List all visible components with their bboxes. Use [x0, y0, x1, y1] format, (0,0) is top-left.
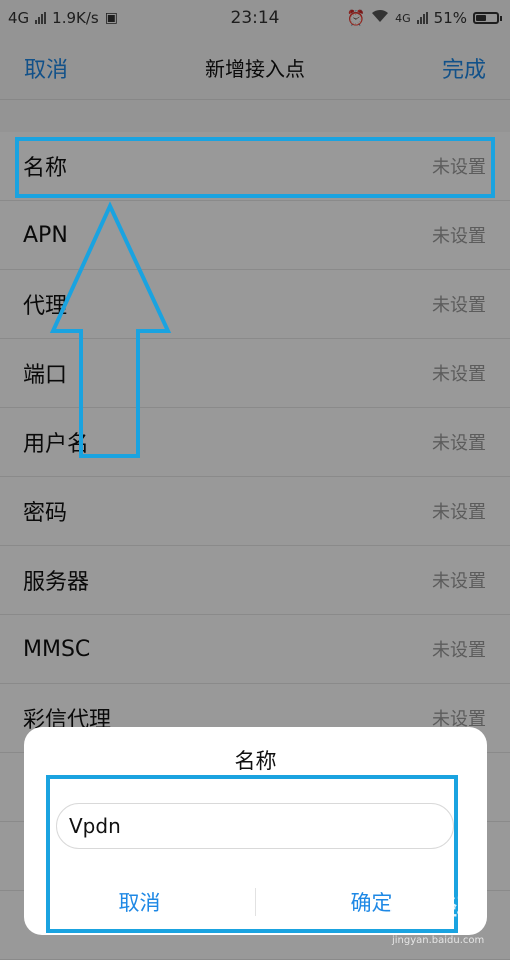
dialog-title: 名称 [234, 749, 277, 773]
dialog-cancel-button[interactable]: 取消 [24, 887, 255, 917]
watermark-logo: Bai 经验 [388, 896, 479, 921]
screen: 4G 1.9K/s ▣ 23:14 ⏰ 4G 51% 取消 新增接入点 完成 名… [0, 0, 510, 960]
name-input[interactable] [56, 803, 454, 849]
watermark-url: jingyan.baidu.com [392, 935, 485, 946]
